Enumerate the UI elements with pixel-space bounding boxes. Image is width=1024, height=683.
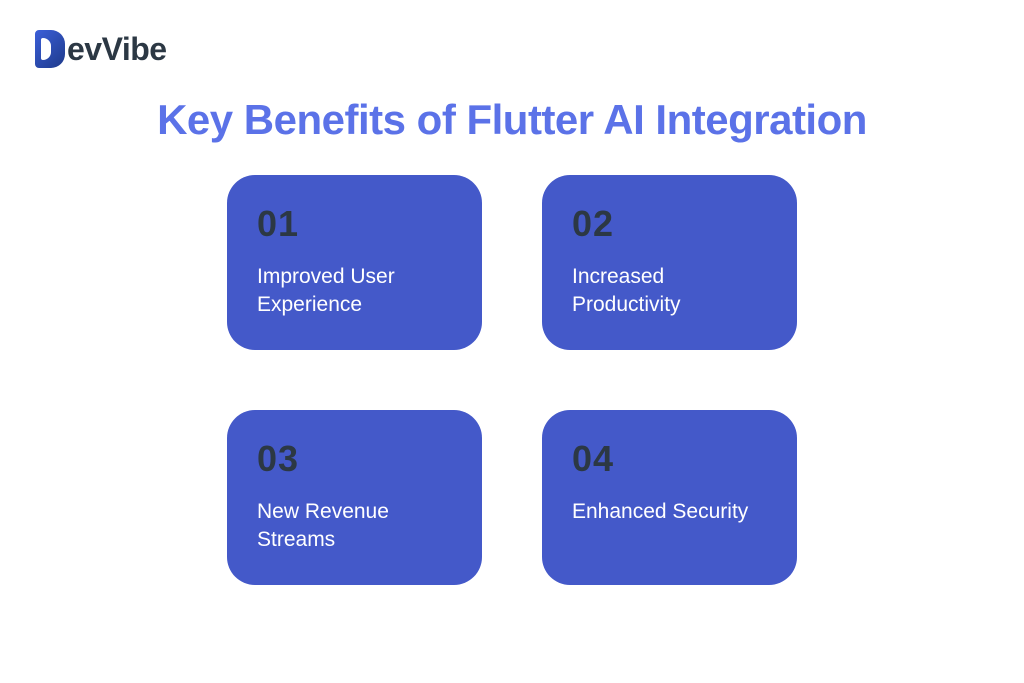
page-title: Key Benefits of Flutter AI Integration bbox=[0, 96, 1024, 144]
logo-text: evVibe bbox=[67, 31, 167, 68]
card-number: 01 bbox=[257, 203, 452, 245]
card-label: New Revenue Streams bbox=[257, 498, 452, 555]
card-number: 03 bbox=[257, 438, 452, 480]
benefit-card-1: 01 Improved User Experience bbox=[227, 175, 482, 350]
card-label: Increased Productivity bbox=[572, 263, 767, 320]
benefit-card-2: 02 Increased Productivity bbox=[542, 175, 797, 350]
card-label: Improved User Experience bbox=[257, 263, 452, 320]
card-label: Enhanced Security bbox=[572, 498, 767, 526]
logo-d-icon bbox=[35, 30, 65, 68]
benefits-grid: 01 Improved User Experience 02 Increased… bbox=[227, 175, 797, 585]
card-number: 02 bbox=[572, 203, 767, 245]
card-number: 04 bbox=[572, 438, 767, 480]
benefit-card-3: 03 New Revenue Streams bbox=[227, 410, 482, 585]
benefit-card-4: 04 Enhanced Security bbox=[542, 410, 797, 585]
logo: evVibe bbox=[35, 30, 167, 68]
